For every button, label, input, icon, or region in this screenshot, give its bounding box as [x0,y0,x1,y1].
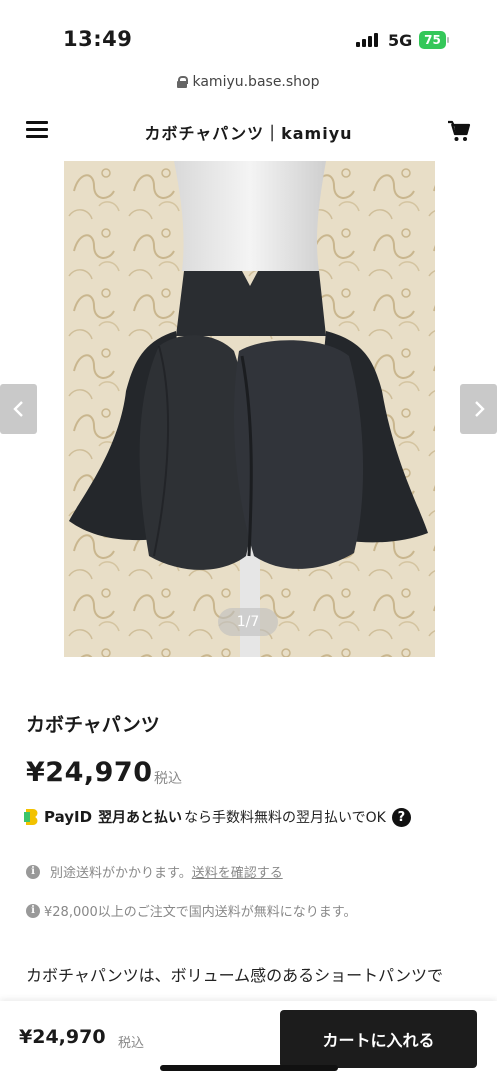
bottom-tax-label: 税込 [118,1036,145,1051]
product-image[interactable] [64,161,435,657]
network-label: 5G [388,31,413,50]
url-bar[interactable]: kamiyu.base.shop [0,74,497,100]
payid-label: PayID [44,808,93,826]
payid-brand: 翌月あと払い [98,810,183,826]
free-shipping-text: ¥28,000以上のご注文で国内送料が無料になります。 [44,905,357,920]
chevron-right-icon [474,401,485,417]
payid-text: なら手数料無料の翌月払いでOK [184,810,386,826]
carousel-next-button[interactable] [460,384,497,434]
site-header: カボチャパンツ｜kamiyu [0,103,497,158]
battery-icon: 75 [419,31,449,49]
lock-icon [177,76,189,88]
add-to-cart-button[interactable]: カートに入れる [280,1010,477,1068]
help-icon[interactable]: ? [391,807,411,827]
carousel-indicator: 1/7 [218,608,278,636]
free-shipping-notice: i ¥28,000以上のご注文で国内送料が無料になります。 [26,901,356,920]
shipping-notice-text: 別途送料がかかります。 [50,866,192,881]
tax-label: 税込 [154,771,182,787]
shipping-link[interactable]: 送料を確認する [192,862,283,881]
home-indicator [160,1065,338,1071]
info-icon: i [26,864,40,879]
status-time: 13:49 [63,27,133,51]
payid-row: PayID 翌月あと払い なら手数料無料の翌月払いでOK ? [24,805,411,829]
battery-level: 75 [419,31,446,49]
url-text: kamiyu.base.shop [192,74,320,90]
product-description: カボチャパンツは、ボリューム感のあるショートパンツで [26,966,443,985]
shipping-notice: i 別途送料がかかります。 送料を確認する [26,862,283,881]
info-icon: i [26,903,40,918]
product-price: ¥24,970 [26,757,153,788]
signal-icon [356,33,378,47]
status-bar: 13:49 5G 75 [0,0,497,70]
site-title[interactable]: カボチャパンツ｜kamiyu [0,120,497,144]
product-name: カボチャパンツ [26,714,160,736]
bottom-price: ¥24,970 [19,1026,106,1048]
chevron-left-icon [12,401,23,417]
payid-logo-icon [24,808,40,826]
carousel-prev-button[interactable] [0,384,37,434]
cart-icon[interactable] [447,119,471,143]
